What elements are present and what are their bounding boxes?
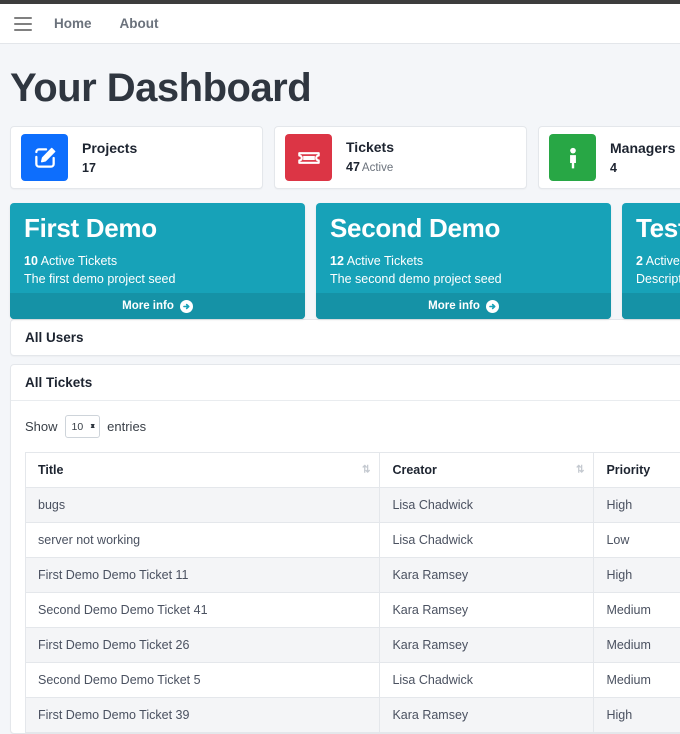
cell-title: server not working xyxy=(26,523,380,558)
project-card-body: Second Demo 12 Active Tickets The second… xyxy=(316,203,611,293)
stat-label: Managers xyxy=(610,139,675,158)
column-label: Title xyxy=(38,463,63,477)
cell-creator: Kara Ramsey xyxy=(380,593,594,628)
column-header-title[interactable]: Title ⇅ xyxy=(26,453,380,488)
cell-title: First Demo Demo Ticket 39 xyxy=(26,698,380,733)
project-more-info-button[interactable]: More info xyxy=(622,293,680,319)
entries-label: entries xyxy=(107,419,146,434)
nav-link-about[interactable]: About xyxy=(120,16,159,31)
navbar: Home About xyxy=(0,4,680,44)
panel-all-users-header[interactable]: All Users xyxy=(11,320,680,355)
stat-value-sub: Active xyxy=(362,162,393,174)
project-description: Description for test project xyxy=(636,272,680,286)
show-label: Show xyxy=(25,419,58,434)
tickets-table-body: bugs Lisa Chadwick High Defect server no… xyxy=(26,488,680,733)
stat-value: 4 xyxy=(610,160,675,177)
tickets-table-head: Title ⇅ Creator ⇅ Priority ⇅ Type ⇅ xyxy=(26,453,680,488)
cell-creator: Kara Ramsey xyxy=(380,628,594,663)
project-ticket-label: Active Tickets xyxy=(41,254,117,268)
entries-per-page-select[interactable]: 10 ▲▼ xyxy=(65,415,101,438)
cell-title: Second Demo Demo Ticket 41 xyxy=(26,593,380,628)
cell-priority: Medium xyxy=(594,663,680,698)
cell-creator: Kara Ramsey xyxy=(380,698,594,733)
project-more-info-button[interactable]: More info xyxy=(316,293,611,319)
arrow-right-circle-icon xyxy=(486,300,499,313)
cell-creator: Lisa Chadwick xyxy=(380,523,594,558)
stat-card-tickets[interactable]: Tickets 47Active xyxy=(274,126,527,189)
panel-all-tickets: All Tickets Show 10 ▲▼ entries Title ⇅ xyxy=(10,364,680,734)
tickets-table: Title ⇅ Creator ⇅ Priority ⇅ Type ⇅ xyxy=(25,452,680,733)
stat-label: Projects xyxy=(82,139,137,158)
column-label: Priority xyxy=(606,463,650,477)
project-ticket-count: 10 Active Tickets xyxy=(24,254,291,268)
nav-link-home[interactable]: Home xyxy=(54,16,92,31)
table-row[interactable]: First Demo Demo Ticket 39 Kara Ramsey Hi… xyxy=(26,698,680,733)
sort-icon[interactable]: ⇅ xyxy=(362,465,369,476)
panel-all-tickets-body: Show 10 ▲▼ entries Title ⇅ Creator ⇅ xyxy=(11,401,680,733)
table-header-row: Title ⇅ Creator ⇅ Priority ⇅ Type ⇅ xyxy=(26,453,680,488)
stat-card-managers[interactable]: Managers 4 xyxy=(538,126,680,189)
project-ticket-number: 2 xyxy=(636,254,643,268)
cell-creator: Lisa Chadwick xyxy=(380,663,594,698)
project-ticket-count: 2 Active Tickets xyxy=(636,254,680,268)
column-header-creator[interactable]: Creator ⇅ xyxy=(380,453,594,488)
project-card-body: First Demo 10 Active Tickets The first d… xyxy=(10,203,305,293)
cell-creator: Kara Ramsey xyxy=(380,558,594,593)
ticket-icon xyxy=(285,134,332,181)
project-ticket-number: 12 xyxy=(330,254,344,268)
stat-label: Tickets xyxy=(346,138,394,157)
cell-priority: High xyxy=(594,558,680,593)
table-row[interactable]: First Demo Demo Ticket 11 Kara Ramsey Hi… xyxy=(26,558,680,593)
cell-title: Second Demo Demo Ticket 5 xyxy=(26,663,380,698)
table-row[interactable]: First Demo Demo Ticket 26 Kara Ramsey Me… xyxy=(26,628,680,663)
project-name: First Demo xyxy=(24,214,291,243)
cell-title: First Demo Demo Ticket 26 xyxy=(26,628,380,663)
project-ticket-label: Active Tickets xyxy=(646,254,680,268)
cell-priority: Medium xyxy=(594,628,680,663)
stat-value: 47Active xyxy=(346,159,394,177)
cell-priority: Low xyxy=(594,523,680,558)
project-more-info-button[interactable]: More info xyxy=(10,293,305,319)
arrow-right-circle-icon xyxy=(180,300,193,313)
cell-title: First Demo Demo Ticket 11 xyxy=(26,558,380,593)
edit-square-icon xyxy=(21,134,68,181)
table-row[interactable]: server not working Lisa Chadwick Low Fea… xyxy=(26,523,680,558)
more-info-label: More info xyxy=(122,300,174,312)
cell-creator: Lisa Chadwick xyxy=(380,488,594,523)
column-header-priority[interactable]: Priority ⇅ xyxy=(594,453,680,488)
project-cards-row: First Demo 10 Active Tickets The first d… xyxy=(0,203,680,319)
project-ticket-label: Active Tickets xyxy=(347,254,423,268)
table-row[interactable]: bugs Lisa Chadwick High Defect xyxy=(26,488,680,523)
stat-value-number: 47 xyxy=(346,160,360,174)
project-card[interactable]: Second Demo 12 Active Tickets The second… xyxy=(316,203,611,319)
project-name: Test Project xyxy=(636,214,680,243)
panel-all-users[interactable]: All Users xyxy=(10,319,680,356)
page-title: Your Dashboard xyxy=(0,44,680,120)
show-entries-control: Show 10 ▲▼ entries xyxy=(25,415,680,438)
project-ticket-count: 12 Active Tickets xyxy=(330,254,597,268)
stat-card-projects[interactable]: Projects 17 xyxy=(10,126,263,189)
stat-cards-row: Projects 17 Tickets 47Active Managers xyxy=(0,126,680,189)
project-ticket-number: 10 xyxy=(24,254,38,268)
more-info-label: More info xyxy=(428,300,480,312)
cell-title: bugs xyxy=(26,488,380,523)
project-name: Second Demo xyxy=(330,214,597,243)
table-row[interactable]: Second Demo Demo Ticket 5 Lisa Chadwick … xyxy=(26,663,680,698)
project-card[interactable]: First Demo 10 Active Tickets The first d… xyxy=(10,203,305,319)
project-description: The first demo project seed xyxy=(24,272,291,286)
cell-priority: High xyxy=(594,488,680,523)
project-description: The second demo project seed xyxy=(330,272,597,286)
project-card[interactable]: Test Project 2 Active Tickets Descriptio… xyxy=(622,203,680,319)
person-icon xyxy=(549,134,596,181)
entries-value: 10 xyxy=(72,421,84,433)
panel-all-tickets-header[interactable]: All Tickets xyxy=(11,365,680,400)
cell-priority: Medium xyxy=(594,593,680,628)
sort-icon[interactable]: ⇅ xyxy=(576,465,583,476)
stat-value: 17 xyxy=(82,160,137,177)
project-card-body: Test Project 2 Active Tickets Descriptio… xyxy=(622,203,680,293)
column-label: Creator xyxy=(392,463,436,477)
hamburger-icon[interactable] xyxy=(14,17,32,31)
cell-priority: High xyxy=(594,698,680,733)
table-row[interactable]: Second Demo Demo Ticket 41 Kara Ramsey M… xyxy=(26,593,680,628)
